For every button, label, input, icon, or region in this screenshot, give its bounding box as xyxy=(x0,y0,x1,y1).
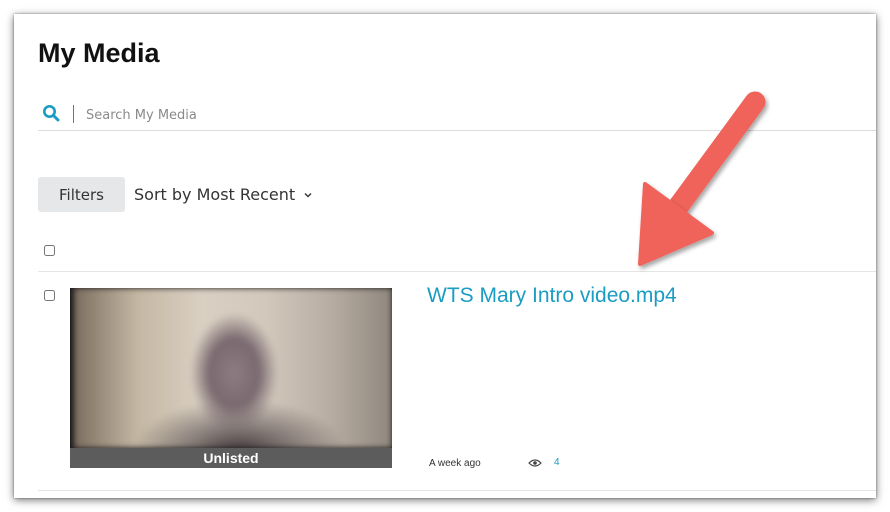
filters-button[interactable]: Filters xyxy=(38,177,125,212)
row-divider xyxy=(38,490,876,491)
eye-icon xyxy=(528,459,542,467)
row-checkbox[interactable] xyxy=(44,290,55,301)
chevron-down-icon xyxy=(304,192,312,197)
media-title-link[interactable]: WTS Mary Intro video.mp4 xyxy=(427,284,677,308)
header-divider xyxy=(38,271,876,272)
media-date: A week ago xyxy=(429,458,481,469)
search-divider xyxy=(73,105,74,123)
sort-dropdown[interactable]: Sort by Most Recent xyxy=(134,177,313,212)
media-page: My Media Filters Sort by Most Recent Unl… xyxy=(14,14,876,498)
sort-label: Sort by Most Recent xyxy=(134,185,296,204)
views-count: 4 xyxy=(554,457,560,468)
thumbnail-image xyxy=(74,288,392,448)
status-badge: Unlisted xyxy=(70,448,392,468)
select-all-checkbox[interactable] xyxy=(44,245,55,256)
search-input[interactable] xyxy=(84,103,488,127)
page-title: My Media xyxy=(38,38,160,68)
video-thumbnail[interactable]: Unlisted xyxy=(70,288,392,468)
search-bar xyxy=(38,100,876,131)
search-icon[interactable] xyxy=(42,104,60,122)
